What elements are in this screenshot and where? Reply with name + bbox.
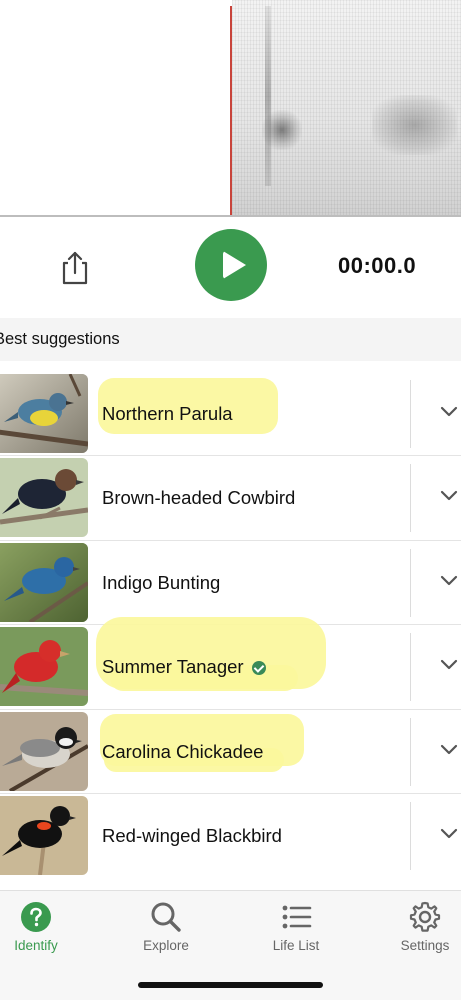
spectrogram-band <box>265 6 271 186</box>
suggestions-list: Northern Parula Brown-headed Cowbird Ind… <box>0 372 461 878</box>
tab-label: Life List <box>272 938 320 953</box>
species-name: Summer Tanager <box>102 656 244 678</box>
playback-timer: 00:00.0 <box>338 253 417 278</box>
tab-label: Explore <box>143 938 189 953</box>
species-name: Northern Parula <box>102 403 233 424</box>
row-divider <box>410 717 411 786</box>
suggestion-label: Northern Parula <box>102 372 233 456</box>
suggestion-row[interactable]: Northern Parula <box>0 372 461 457</box>
tab-label: Identify <box>14 938 58 953</box>
species-name: Indigo Bunting <box>102 571 221 593</box>
tab-life-list[interactable]: Life List <box>246 891 346 971</box>
suggestion-row[interactable]: Red-winged Blackbird <box>0 794 461 878</box>
bird-photo <box>0 627 88 707</box>
suggestion-row[interactable]: Carolina Chickadee <box>0 710 461 794</box>
row-divider <box>410 548 411 617</box>
home-indicator <box>138 982 323 988</box>
playhead-cursor[interactable] <box>230 6 232 215</box>
chevron-down-icon[interactable] <box>440 402 458 420</box>
bird-photo <box>0 542 88 622</box>
spectrogram-call-mark <box>372 95 457 155</box>
chevron-down-icon[interactable] <box>440 571 458 589</box>
suggestion-row[interactable]: Brown-headed Cowbird <box>0 456 461 541</box>
question-circle-icon <box>21 902 51 932</box>
chevron-down-icon[interactable] <box>440 740 458 758</box>
row-divider <box>410 380 411 448</box>
suggestion-label: Summer Tanager <box>102 625 266 709</box>
bird-photo <box>0 458 88 538</box>
play-icon <box>223 251 246 279</box>
suggestion-label: Carolina Chickadee <box>102 710 263 794</box>
suggestion-row[interactable]: Indigo Bunting <box>0 541 461 626</box>
chevron-down-icon[interactable] <box>440 655 458 673</box>
playback-controls: 00:00.0 <box>0 219 461 319</box>
tab-identify[interactable]: Identify <box>0 891 86 971</box>
chevron-down-icon[interactable] <box>440 486 458 504</box>
row-divider <box>410 801 411 870</box>
chevron-down-icon[interactable] <box>440 824 458 842</box>
tab-explore[interactable]: Explore <box>116 891 216 971</box>
bird-photo <box>0 795 88 875</box>
spectrogram-call-mark <box>262 110 302 150</box>
species-name: Carolina Chickadee <box>102 740 264 762</box>
row-divider <box>410 633 411 702</box>
suggestion-label: Brown-headed Cowbird <box>102 456 295 540</box>
spectrogram[interactable] <box>0 0 461 217</box>
section-title: Best suggestions <box>0 330 120 348</box>
tab-label: Settings <box>400 938 450 953</box>
gear-icon <box>409 901 441 932</box>
bird-photo <box>0 374 88 453</box>
species-name: Red-winged Blackbird <box>102 824 282 846</box>
suggestion-label: Red-winged Blackbird <box>102 794 282 878</box>
magnifier-icon <box>151 902 181 932</box>
row-divider <box>410 464 411 533</box>
suggestion-row[interactable]: Summer Tanager <box>0 617 461 710</box>
list-icon <box>282 905 312 929</box>
species-name: Brown-headed Cowbird <box>102 487 296 509</box>
play-button[interactable] <box>195 229 267 301</box>
section-header: Best suggestions <box>0 318 461 361</box>
bird-photo <box>0 711 88 791</box>
tab-settings[interactable]: Settings <box>375 891 461 971</box>
share-button[interactable] <box>58 249 92 287</box>
share-icon <box>62 251 88 285</box>
suggestion-label: Indigo Bunting <box>102 541 220 625</box>
verified-icon <box>251 661 266 676</box>
